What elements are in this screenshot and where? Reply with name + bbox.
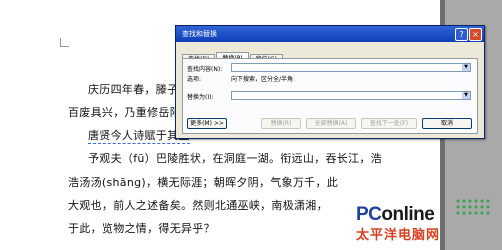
- find-next-button[interactable]: 查找下一处(F): [361, 118, 417, 129]
- options-label: 选项:: [187, 76, 202, 83]
- find-replace-dialog: 查找和替换 ? × 查找(D)替换(P)定位(G) 查找内容(N): ▼ 选项:…: [175, 25, 485, 139]
- document-line: 予观夫（fū）巴陵胜状，在洞庭一湖。衔远山，吞长江，浩: [88, 152, 382, 165]
- dialog-tabs: 查找(D)替换(P)定位(G): [182, 46, 284, 65]
- dialog-title: 查找和替换: [182, 30, 217, 38]
- document-line: 浩汤汤(shāng)，横无际涯；朝晖夕阴，气象万千，此: [68, 176, 339, 189]
- dialog-titlebar[interactable]: 查找和替换 ? ×: [176, 26, 484, 42]
- close-button[interactable]: ×: [469, 28, 482, 41]
- margin-corner-mark: [60, 38, 69, 47]
- logo-brand-cn: 太平洋电脑网: [356, 228, 441, 243]
- replace-button[interactable]: 替换(R): [261, 118, 301, 129]
- logo-brand-suffix: online: [381, 204, 435, 225]
- find-input[interactable]: ▼: [231, 63, 471, 72]
- logo-brand-prefix: PC: [356, 204, 382, 225]
- document-line: 于此，览物之情，得无异乎？: [68, 222, 215, 235]
- pconline-logo: PConline 太平洋电脑网: [356, 198, 496, 246]
- find-label: 查找内容(N):: [187, 66, 223, 73]
- cancel-button[interactable]: 取消: [422, 118, 472, 129]
- replace-input[interactable]: ▼: [231, 91, 471, 100]
- replace-label: 替换为(I):: [187, 94, 214, 101]
- more-button[interactable]: 更多(M) >>: [187, 118, 227, 129]
- document-line: 大观也，前人之述备矣。然则北通巫峡，南极潇湘，: [68, 199, 328, 212]
- document-line: 百废具兴，乃重修岳阳楼: [68, 106, 193, 119]
- chevron-down-icon[interactable]: ▼: [462, 64, 470, 71]
- help-button[interactable]: ?: [455, 28, 468, 41]
- options-value: 向下搜索，区分全/半角: [231, 76, 294, 83]
- logo-pixel-icon: [455, 198, 491, 216]
- replace-all-button[interactable]: 全部替换(A): [306, 118, 356, 129]
- chevron-down-icon[interactable]: ▼: [462, 92, 470, 99]
- replace-panel: 查找内容(N): ▼ 选项: 向下搜索，区分全/半角 替换为(I): ▼ 更多(…: [182, 58, 478, 134]
